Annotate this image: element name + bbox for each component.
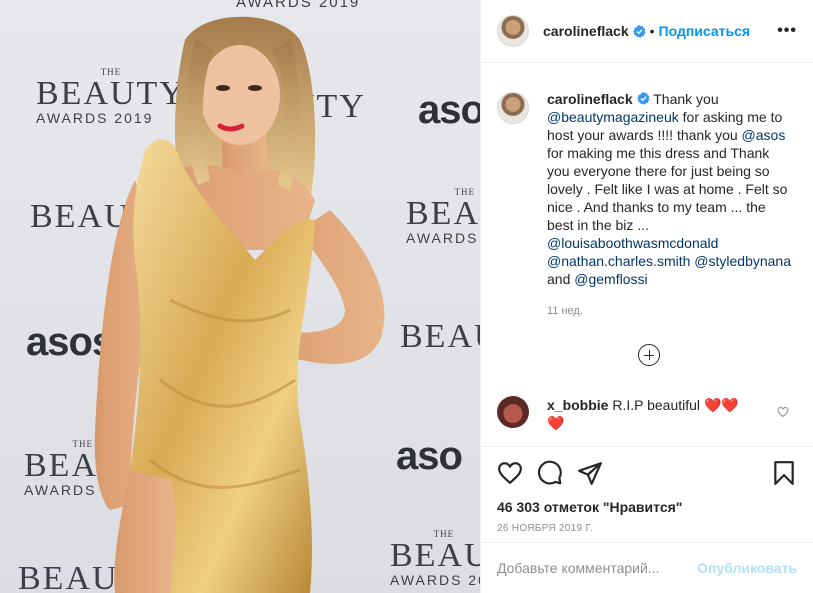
verified-badge-icon — [636, 92, 650, 105]
caption-body: carolineflack Thank you @beautymagazineu… — [547, 90, 795, 320]
post-caption: carolineflack Thank you @beautymagazineu… — [497, 90, 797, 320]
header-separator: • — [649, 23, 655, 39]
post-header: carolineflack • Подписаться ••• — [481, 0, 813, 63]
caption-text: Thank you — [649, 91, 719, 107]
caption-text: and — [547, 271, 575, 287]
more-options-icon[interactable]: ••• — [777, 22, 797, 40]
mention-link[interactable]: @gemflossi — [574, 271, 647, 287]
comment-bubble-icon[interactable] — [537, 460, 563, 486]
publish-button[interactable]: Опубликовать — [697, 560, 797, 576]
comment-item: x_bobbie R.I.P beautiful ❤️❤️❤️ — [497, 396, 797, 432]
instagram-post: AWARDS 2019 THE BEAUTY AWARDS 2019 UTY a… — [0, 0, 813, 593]
mention-link[interactable]: @louisaboothwasmcdonald — [547, 235, 718, 251]
follow-button[interactable]: Подписаться — [659, 23, 751, 39]
likes-count[interactable]: 46 303 отметок "Нравится" — [497, 499, 797, 515]
comments-area: carolineflack Thank you @beautymagazineu… — [481, 64, 813, 446]
verified-badge-icon — [632, 24, 646, 38]
caption-timestamp[interactable]: 11 нед. — [547, 302, 795, 320]
bookmark-icon[interactable] — [771, 460, 797, 486]
share-direct-icon[interactable] — [577, 460, 603, 486]
comment-like-heart-icon[interactable] — [777, 406, 789, 418]
comment-input[interactable] — [497, 560, 698, 576]
load-more-comments-icon[interactable] — [638, 344, 660, 366]
woman-in-gold-dress-illustration — [94, 16, 385, 593]
action-icons — [497, 459, 797, 487]
post-date[interactable]: 26 НОЯБРЯ 2019 Г. — [497, 523, 797, 534]
mention-link[interactable]: @nathan.charles.smith — [547, 253, 690, 269]
mention-link[interactable]: @beautymagazineuk — [547, 109, 679, 125]
mention-link[interactable]: @asos — [742, 127, 786, 143]
post-actions: 46 303 отметок "Нравится" 26 НОЯБРЯ 2019… — [481, 446, 813, 544]
mention-link[interactable]: @styledbynana — [694, 253, 791, 269]
avatar[interactable] — [497, 15, 529, 47]
comment-body: x_bobbie R.I.P beautiful ❤️❤️❤️ — [547, 396, 747, 432]
like-heart-icon[interactable] — [497, 460, 523, 486]
caption-text: for making me this dress and Thank you e… — [547, 145, 788, 233]
caption-username[interactable]: carolineflack — [547, 91, 633, 107]
post-photo[interactable]: AWARDS 2019 THE BEAUTY AWARDS 2019 UTY a… — [0, 0, 480, 593]
add-comment-form: Опубликовать — [481, 542, 813, 593]
avatar[interactable] — [497, 396, 529, 428]
avatar[interactable] — [497, 92, 529, 124]
header-username[interactable]: carolineflack — [543, 23, 629, 39]
comment-username[interactable]: x_bobbie — [547, 397, 608, 413]
comment-text: R.I.P beautiful — [608, 397, 704, 413]
post-side-panel: carolineflack • Подписаться ••• caroline… — [480, 0, 813, 593]
